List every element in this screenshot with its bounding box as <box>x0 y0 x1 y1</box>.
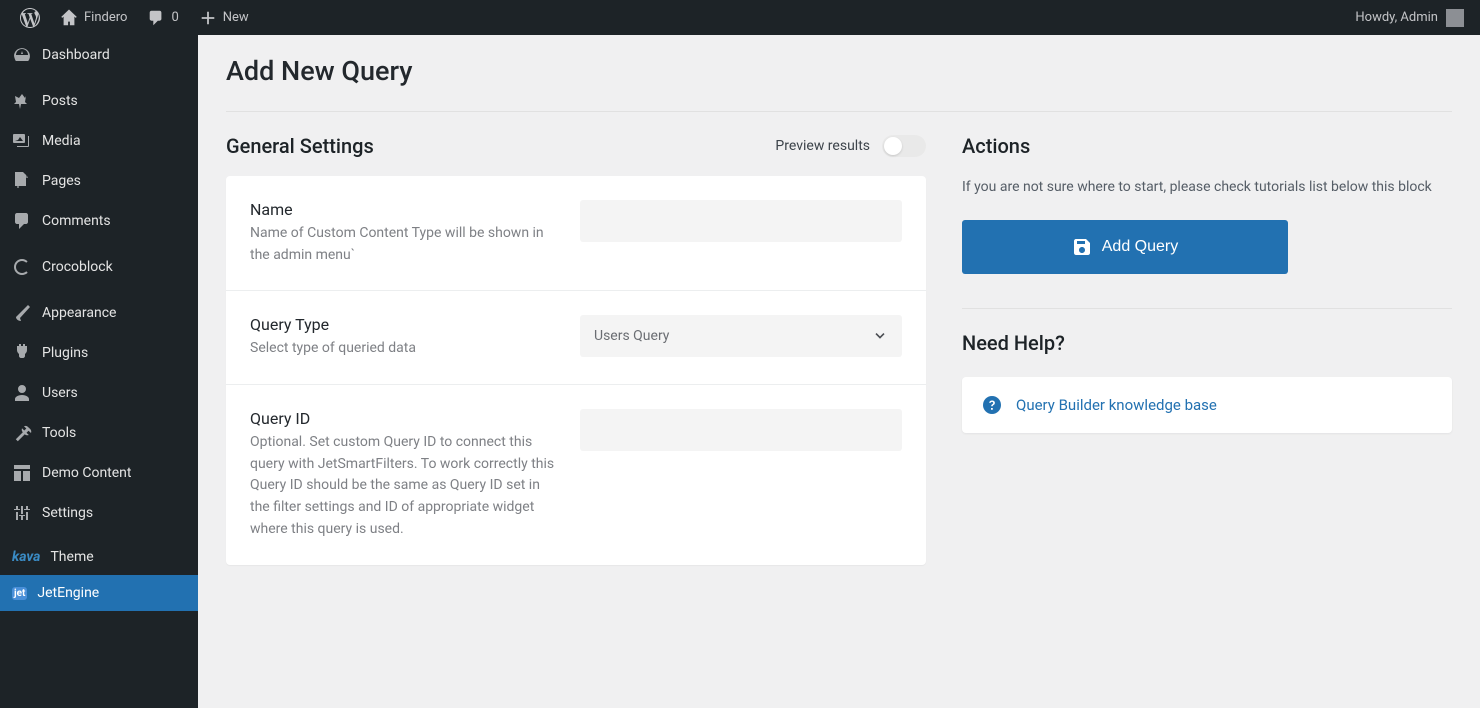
sidebar-item-dashboard[interactable]: Dashboard <box>0 35 198 75</box>
name-input[interactable] <box>580 200 902 242</box>
sidebar-item-label: Demo Content <box>42 465 132 481</box>
preview-toggle[interactable] <box>882 135 926 157</box>
wrench-icon <box>12 423 32 443</box>
home-icon <box>60 9 78 27</box>
user-menu[interactable]: Howdy, Admin <box>1355 9 1470 27</box>
field-label: Query ID <box>250 409 560 428</box>
sidebar-item-plugins[interactable]: Plugins <box>0 333 198 373</box>
add-query-button[interactable]: Add Query <box>962 220 1288 274</box>
field-label: Query Type <box>250 315 560 334</box>
field-desc: Name of Custom Content Type will be show… <box>250 223 560 266</box>
sidebar-item-users[interactable]: Users <box>0 373 198 413</box>
sidebar-item-comments[interactable]: Comments <box>0 201 198 241</box>
comments-count: 0 <box>171 10 178 25</box>
sidebar-item-label: Users <box>42 385 78 401</box>
actions-desc: If you are not sure where to start, plea… <box>962 176 1452 198</box>
dashboard-icon <box>12 45 32 65</box>
sidebar-item-label: Pages <box>42 173 81 189</box>
chevron-down-icon <box>872 328 888 344</box>
plug-icon <box>12 343 32 363</box>
sidebar-item-label: Appearance <box>42 305 116 321</box>
help-title: Need Help? <box>962 331 1452 355</box>
sidebar-item-label: Comments <box>42 213 111 229</box>
field-query-type: Query Type Select type of queried data U… <box>226 291 926 385</box>
new-label: New <box>223 10 249 25</box>
sidebar-item-label: Posts <box>42 93 78 109</box>
wordpress-icon <box>20 8 40 28</box>
query-id-input[interactable] <box>580 409 902 451</box>
site-name: Findero <box>84 10 127 25</box>
sliders-icon <box>12 503 32 523</box>
wp-logo[interactable] <box>10 0 50 35</box>
sidebar-item-posts[interactable]: Posts <box>0 81 198 121</box>
user-icon <box>12 383 32 403</box>
sidebar-item-tools[interactable]: Tools <box>0 413 198 453</box>
help-link[interactable]: Query Builder knowledge base <box>1016 396 1217 414</box>
save-icon <box>1072 237 1092 257</box>
layout-icon <box>12 463 32 483</box>
sidebar-item-pages[interactable]: Pages <box>0 161 198 201</box>
sidebar-item-media[interactable]: Media <box>0 121 198 161</box>
general-settings-card: Name Name of Custom Content Type will be… <box>226 176 926 565</box>
button-label: Add Query <box>1102 238 1178 256</box>
sidebar-item-label: Plugins <box>42 345 88 361</box>
help-card: Query Builder knowledge base <box>962 377 1452 433</box>
field-name: Name Name of Custom Content Type will be… <box>226 176 926 291</box>
brush-icon <box>12 303 32 323</box>
field-desc: Select type of queried data <box>250 338 560 360</box>
site-link[interactable]: Findero <box>50 0 137 35</box>
actions-title: Actions <box>962 134 1452 158</box>
field-label: Name <box>250 200 560 219</box>
sidebar-item-label: JetEngine <box>37 585 99 601</box>
avatar <box>1446 9 1464 27</box>
kava-logo: kava <box>12 549 40 565</box>
field-query-id: Query ID Optional. Set custom Query ID t… <box>226 385 926 564</box>
page-title: Add New Query <box>226 55 1452 87</box>
admin-bar: Findero 0 New Howdy, Admin <box>0 0 1480 35</box>
new-content-link[interactable]: New <box>189 0 259 35</box>
comments-link[interactable]: 0 <box>137 0 188 35</box>
preview-label: Preview results <box>775 138 870 154</box>
sidebar-item-crocoblock[interactable]: Crocoblock <box>0 247 198 287</box>
sidebar-item-settings[interactable]: Settings <box>0 493 198 533</box>
page-content: Add New Query General Settings Preview r… <box>198 35 1480 708</box>
comment-icon <box>147 9 165 27</box>
sidebar-item-label: Dashboard <box>42 47 110 63</box>
pin-icon <box>12 91 32 111</box>
sidebar-item-label: Media <box>42 133 81 149</box>
general-settings-title: General Settings <box>226 134 374 158</box>
sidebar-item-label: Crocoblock <box>42 259 113 275</box>
sidebar-item-label: Theme <box>50 549 93 565</box>
comments-icon <box>12 211 32 231</box>
sidebar-item-demo-content[interactable]: Demo Content <box>0 453 198 493</box>
pages-icon <box>12 171 32 191</box>
plus-icon <box>199 9 217 27</box>
sidebar-item-label: Tools <box>42 425 76 441</box>
greeting-text: Howdy, Admin <box>1355 10 1438 25</box>
sidebar-item-jetengine[interactable]: jet JetEngine <box>0 575 198 611</box>
query-type-select[interactable]: Users Query <box>580 315 902 357</box>
sidebar-item-label: Settings <box>42 505 93 521</box>
sidebar-item-kava-theme[interactable]: kava Theme <box>0 539 198 575</box>
media-icon <box>12 131 32 151</box>
jetengine-icon: jet <box>12 587 27 600</box>
admin-sidebar: Dashboard Posts Media Pages Comments Cro… <box>0 35 198 708</box>
field-desc: Optional. Set custom Query ID to connect… <box>250 432 560 540</box>
help-icon <box>982 395 1002 415</box>
sidebar-item-appearance[interactable]: Appearance <box>0 293 198 333</box>
crocoblock-icon <box>12 257 32 277</box>
select-value: Users Query <box>594 328 669 344</box>
